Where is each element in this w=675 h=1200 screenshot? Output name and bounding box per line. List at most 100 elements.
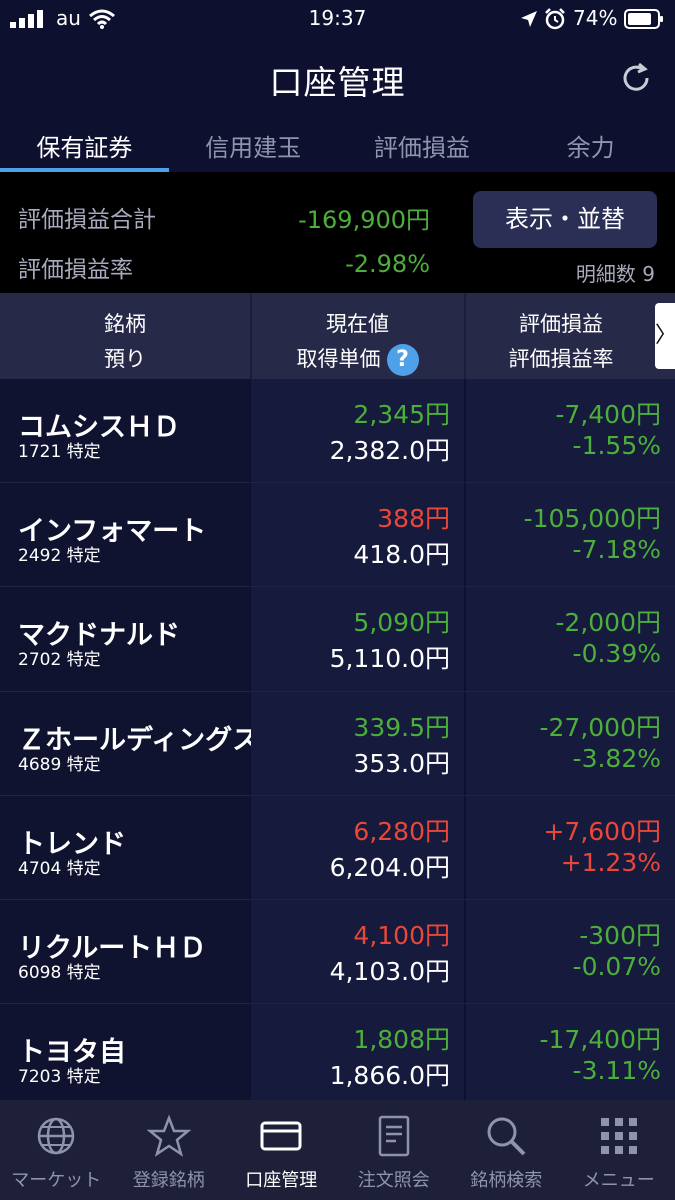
tab-holdings[interactable]: 保有証券 — [0, 120, 169, 172]
column-header-custody: 預り — [104, 347, 146, 371]
acquisition-price: 353.0円 — [353, 748, 450, 778]
nav-watchlist[interactable]: 登録銘柄 — [113, 1100, 226, 1200]
globe-icon — [0, 1114, 113, 1158]
current-price: 4,100円 — [353, 920, 450, 950]
pl-rate: -0.07% — [572, 951, 661, 981]
pl-rate: -1.55% — [572, 431, 661, 460]
star-icon — [113, 1114, 226, 1158]
search-icon — [450, 1114, 563, 1158]
nav-label: 口座管理 — [245, 1170, 318, 1191]
detail-count-value: 9 — [642, 262, 655, 286]
valuation-pl: -7,400円 — [555, 400, 661, 429]
pl-rate: -3.82% — [572, 743, 661, 773]
pl-cell: -7,400円 -1.55% — [466, 379, 675, 483]
nav-account[interactable]: 口座管理 — [225, 1100, 338, 1200]
pl-cell: -17,400円 -3.11% — [466, 1004, 675, 1100]
price-cell: 2,345円 2,382.0円 — [251, 379, 464, 483]
nav-label: 登録銘柄 — [132, 1170, 205, 1191]
valuation-pl: -105,000円 — [523, 504, 661, 534]
column-header-pl-rate: 評価損益率 — [508, 347, 614, 371]
nav-market[interactable]: マーケット — [0, 1100, 113, 1200]
column-header-name: 銘柄 — [104, 312, 146, 336]
tab-margin-positions[interactable]: 信用建玉 — [169, 120, 338, 172]
table-row[interactable]: トレンド 4704 特定 6,280円 6,204.0円 +7,600円 +1.23% — [0, 795, 675, 900]
current-price: 339.5円 — [353, 712, 450, 742]
stock-cell: リクルートＨＤ 6098 特定 — [0, 899, 250, 1004]
table-row[interactable]: コムシスＨＤ 1721 特定 2,345円 2,382.0円 -7,400円 -1.55% — [0, 379, 675, 484]
table-row[interactable]: Ｚホールディングス 4689 特定 339.5円 353.0円 -27,000円 -3.8… — [0, 691, 675, 796]
status-bar: au 19:37 74% — [0, 0, 675, 40]
stock-code: 2492 特定 — [18, 546, 101, 567]
battery-icon — [624, 9, 663, 29]
valuation-pl: +7,600円 — [543, 816, 661, 846]
stock-code: 2702 特定 — [18, 650, 101, 671]
display-sort-button[interactable]: 表示・並替 — [473, 191, 657, 248]
nav-label: 注文照会 — [357, 1170, 430, 1191]
bottom-nav: マーケット 登録銘柄 口座管理 注文照会 銘柄検索 メニュー — [0, 1100, 675, 1200]
column-header-pl[interactable]: 評価損益 評価損益率 — [466, 293, 656, 379]
refresh-icon[interactable] — [618, 60, 654, 96]
tab-buying-power[interactable]: 余力 — [506, 120, 675, 172]
total-pl-label: 評価損益合計 — [18, 207, 156, 233]
price-cell: 5,090円 5,110.0円 — [251, 587, 464, 691]
stock-cell: トヨタ自 7203 特定 — [0, 1004, 250, 1100]
nav-order-inquiry[interactable]: 注文照会 — [338, 1100, 451, 1200]
document-icon — [338, 1114, 451, 1158]
stock-cell: トレンド 4704 特定 — [0, 795, 250, 899]
stock-code: 4689 特定 — [18, 754, 101, 775]
alarm-icon — [545, 8, 565, 30]
column-header-current-price: 現在値 — [326, 312, 389, 336]
pl-rate: -3.11% — [572, 1056, 661, 1086]
stock-cell: Ｚホールディングス 4689 特定 — [0, 691, 259, 795]
card-icon — [225, 1114, 338, 1158]
acquisition-price: 1,866.0円 — [329, 1061, 450, 1091]
valuation-pl: -300円 — [579, 920, 661, 950]
total-pl-value: -169,900円 — [298, 206, 430, 234]
column-header-price[interactable]: 現在値 取得単価? — [251, 293, 464, 379]
price-cell: 4,100円 4,103.0円 — [251, 899, 464, 1004]
pl-cell: -105,000円 -7.18% — [466, 483, 675, 587]
help-icon[interactable]: ? — [386, 344, 419, 376]
holdings-list: コムシスＨＤ 1721 特定 2,345円 2,382.0円 -7,400円 -1.55%… — [0, 379, 675, 1100]
pl-rate: -0.39% — [572, 639, 661, 669]
valuation-pl: -2,000円 — [555, 608, 661, 638]
stock-cell: インフォマート 2492 特定 — [0, 483, 250, 587]
table-row[interactable]: インフォマート 2492 特定 388円 418.0円 -105,000円 -7.18% — [0, 483, 675, 588]
detail-count: 明細数 9 — [576, 258, 655, 287]
scroll-right-icon[interactable]: 〉 — [655, 303, 675, 369]
current-price: 1,808円 — [353, 1025, 450, 1055]
nav-label: 銘柄検索 — [470, 1170, 543, 1191]
column-header-stock[interactable]: 銘柄 預り — [0, 293, 250, 379]
pl-rate: +1.23% — [560, 847, 661, 877]
price-cell: 339.5円 353.0円 — [251, 691, 464, 795]
current-price: 388円 — [377, 504, 450, 534]
acquisition-price-label: 取得単価 — [296, 347, 381, 371]
table-row[interactable]: マクドナルド 2702 特定 5,090円 5,110.0円 -2,000円 -0.39% — [0, 587, 675, 692]
price-cell: 6,280円 6,204.0円 — [251, 795, 464, 899]
nav-label: メニュー — [582, 1170, 655, 1191]
location-icon — [521, 11, 537, 27]
nav-stock-search[interactable]: 銘柄検索 — [450, 1100, 563, 1200]
pl-rate: -7.18% — [572, 535, 661, 565]
pl-rate-label: 評価損益率 — [18, 257, 133, 283]
price-cell: 1,808円 1,866.0円 — [251, 1004, 464, 1100]
pl-cell: -300円 -0.07% — [466, 899, 675, 1004]
tab-valuation-pl[interactable]: 評価損益 — [338, 120, 507, 172]
table-row[interactable]: リクルートＨＤ 6098 特定 4,100円 4,103.0円 -300円 -0.07% — [0, 899, 675, 1005]
column-header-acquisition-price: 取得単価? — [251, 343, 464, 376]
acquisition-price: 6,204.0円 — [329, 852, 450, 882]
current-price: 2,345円 — [353, 400, 450, 429]
price-cell: 388円 418.0円 — [251, 483, 464, 587]
stock-code: 1721 特定 — [18, 442, 101, 462]
pl-cell: +7,600円 +1.23% — [466, 795, 675, 899]
stock-code: 4704 特定 — [18, 858, 101, 879]
stock-code: 7203 特定 — [18, 1067, 101, 1088]
table-row[interactable]: トヨタ自 7203 特定 1,808円 1,866.0円 -17,400円 -3.11% — [0, 1004, 675, 1100]
acquisition-price: 2,382.0円 — [329, 436, 450, 465]
current-price: 5,090円 — [353, 608, 450, 638]
table-header: 銘柄 預り 現在値 取得単価? 評価損益 評価損益率 — [0, 293, 675, 379]
acquisition-price: 5,110.0円 — [329, 644, 450, 674]
nav-menu[interactable]: メニュー — [563, 1100, 675, 1200]
stock-code: 6098 特定 — [18, 962, 101, 983]
tab-bar: 保有証券 信用建玉 評価損益 余力 — [0, 120, 675, 172]
